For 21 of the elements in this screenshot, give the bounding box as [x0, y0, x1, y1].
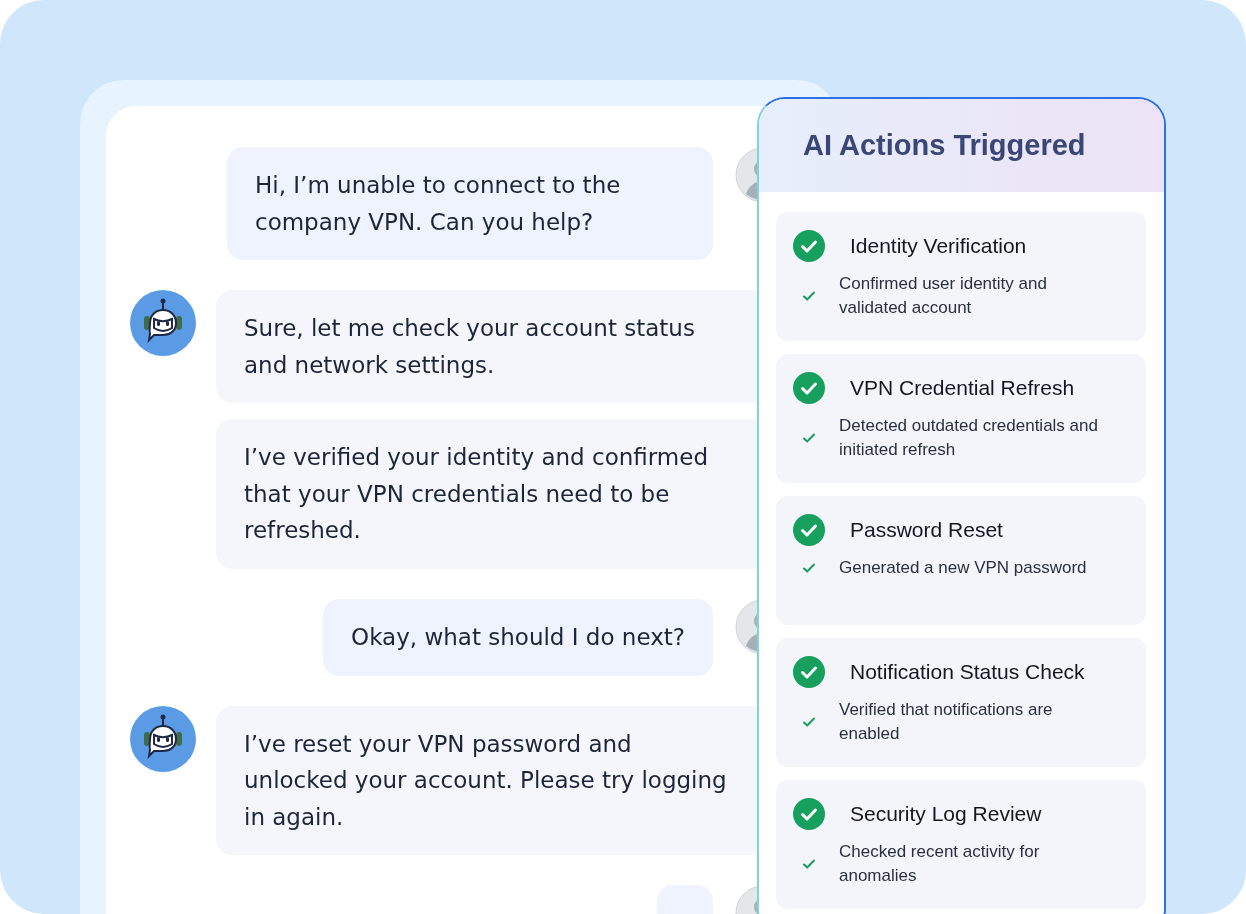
check-icon [802, 432, 816, 444]
action-detail-text: Checked recent activity for anomalies [839, 841, 1041, 887]
check-icon [802, 290, 816, 302]
action-title: Identity Verification [850, 234, 1027, 258]
check-icon [802, 562, 816, 574]
action-title: VPN Credential Refresh [850, 376, 1075, 400]
action-detail-text: Verified that notifications are enabled [839, 699, 1054, 745]
message-text: I’ve reset your VPN password and unlocked your account. Please try logging in again. [244, 729, 728, 832]
message-text: I’ve verified your identity and confirmed that your VPN credentials need to be refreshed. [244, 443, 709, 545]
action-title: Password Reset [850, 518, 1003, 542]
message-text: Hi, I’m unable to connect to the company VPN. Can you help? [255, 171, 622, 237]
action-title: Notification Status Check [850, 660, 1085, 684]
message-text: Sure, let me check your account status and network settings. [244, 314, 696, 380]
action-title: Security Log Review [850, 802, 1042, 826]
check-icon [802, 716, 816, 728]
action-detail-text: Detected outdated credentials and initiated refresh [839, 415, 1099, 461]
action-detail-text: Confirmed user identity and validated account [839, 273, 1048, 319]
action-detail-text: Generated a new VPN password [839, 557, 1088, 579]
check-icon [802, 858, 816, 870]
message-text: Okay, what should I do next? [351, 622, 685, 652]
panel-title: AI Actions Triggered [803, 129, 1086, 162]
